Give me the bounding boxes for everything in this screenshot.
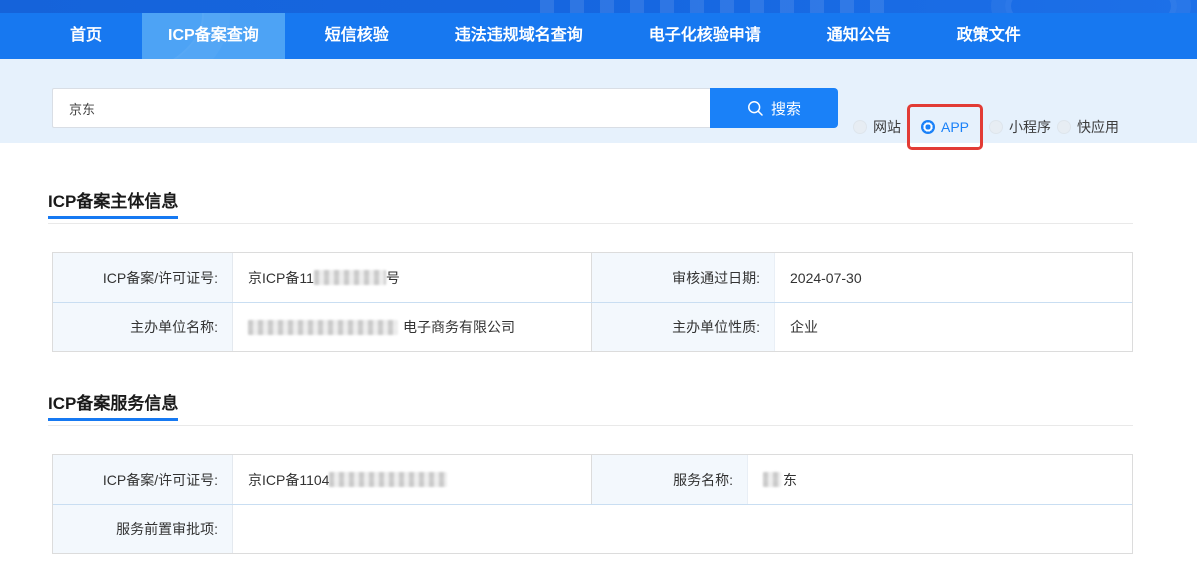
radio-circle-website[interactable] — [853, 120, 867, 134]
radio-circle-app[interactable] — [921, 120, 935, 134]
subject-section-header: ICP备案主体信息 — [48, 187, 1133, 224]
subject-section-title: ICP备案主体信息 — [48, 187, 178, 219]
organizer-name-label: 主办单位名称: — [53, 303, 233, 351]
service-icp-license-value: 京ICP备1104 — [233, 455, 592, 504]
redacted-block — [248, 320, 398, 335]
table-row: 服务前置审批项: — [53, 504, 1132, 553]
service-name-value: 东 — [748, 455, 1132, 504]
service-section-header: ICP备案服务信息 — [48, 389, 1133, 426]
service-section-title: ICP备案服务信息 — [48, 389, 178, 421]
search-button[interactable]: 搜索 — [710, 88, 838, 128]
radio-label-website: 网站 — [873, 117, 901, 137]
redacted-block — [329, 472, 447, 487]
icp-license-suffix: 号 — [386, 268, 400, 288]
nav-item-e-verification-apply[interactable]: 电子化核验申请 — [623, 13, 787, 59]
nav-item-icp-query[interactable]: ICP备案查询 — [142, 13, 285, 59]
organizer-name-suffix: 电子商务有限公司 — [403, 317, 515, 337]
organizer-nature-value: 企业 — [775, 303, 1132, 351]
service-name-label: 服务名称: — [592, 455, 748, 504]
service-name-suffix: 东 — [783, 470, 797, 490]
nav-item-sms-verify[interactable]: 短信核验 — [299, 13, 415, 59]
radio-miniprogram[interactable]: 小程序 — [989, 117, 1051, 137]
search-input[interactable] — [52, 88, 710, 128]
main-navbar: 首页 ICP备案查询 短信核验 违法违规域名查询 电子化核验申请 通知公告 政策… — [0, 13, 1197, 59]
icp-license-prefix: 京ICP备11 — [248, 268, 314, 288]
service-icp-license-label: ICP备案/许可证号: — [53, 455, 233, 504]
review-date-label: 审核通过日期: — [592, 253, 775, 302]
radio-label-miniprogram: 小程序 — [1009, 117, 1051, 137]
organizer-nature-label: 主办单位性质: — [592, 303, 775, 351]
nav-item-illegal-domain-query[interactable]: 违法违规域名查询 — [429, 13, 609, 59]
top-banner — [0, 0, 1197, 13]
organizer-name-value: 电子商务有限公司 — [233, 303, 592, 351]
radio-label-quickapp: 快应用 — [1077, 117, 1119, 137]
review-date-value: 2024-07-30 — [775, 253, 1132, 302]
search-section: 搜索 网站 APP 小程序 快应用 — [0, 59, 1197, 143]
search-button-label: 搜索 — [771, 98, 801, 119]
redacted-block — [763, 472, 781, 487]
table-row: ICP备案/许可证号: 京ICP备1104 服务名称: 东 — [53, 455, 1132, 504]
nav-item-policy-docs[interactable]: 政策文件 — [931, 13, 1047, 59]
service-icp-license-prefix: 京ICP备1104 — [248, 470, 329, 490]
radio-label-app: APP — [941, 119, 969, 135]
red-annotation-box: APP — [907, 104, 983, 150]
radio-circle-miniprogram[interactable] — [989, 120, 1003, 134]
subject-info-table: ICP备案/许可证号: 京ICP备11号 审核通过日期: 2024-07-30 … — [52, 252, 1133, 352]
main-content: ICP备案主体信息 ICP备案/许可证号: 京ICP备11 号 审核通过日期: 2… — [0, 187, 1197, 554]
search-icon — [747, 100, 764, 117]
redacted-block — [314, 270, 386, 285]
pre-approval-label: 服务前置审批项: — [53, 505, 233, 553]
radio-circle-quickapp[interactable] — [1057, 120, 1071, 134]
icp-license-label: ICP备案/许可证号: — [53, 253, 233, 302]
search-type-radio-group: 网站 APP 小程序 快应用 — [850, 105, 1122, 149]
radio-app[interactable]: APP — [921, 119, 969, 135]
nav-item-notices[interactable]: 通知公告 — [801, 13, 917, 59]
radio-quickapp[interactable]: 快应用 — [1057, 117, 1119, 137]
pre-approval-value — [233, 505, 1132, 553]
icp-license-value: 京ICP备11 号 — [233, 253, 592, 302]
nav-item-home[interactable]: 首页 — [44, 13, 128, 59]
table-row: 主办单位名称: 电子商务有限公司 主办单位性质: 企业 — [53, 302, 1132, 351]
service-info-table: ICP备案/许可证号: 京ICP备1104 服务名称: 东 服务前置审批项: — [52, 454, 1133, 554]
table-row: ICP备案/许可证号: 京ICP备11 号 审核通过日期: 2024-07-30 — [53, 253, 1132, 302]
radio-website[interactable]: 网站 — [853, 117, 901, 137]
